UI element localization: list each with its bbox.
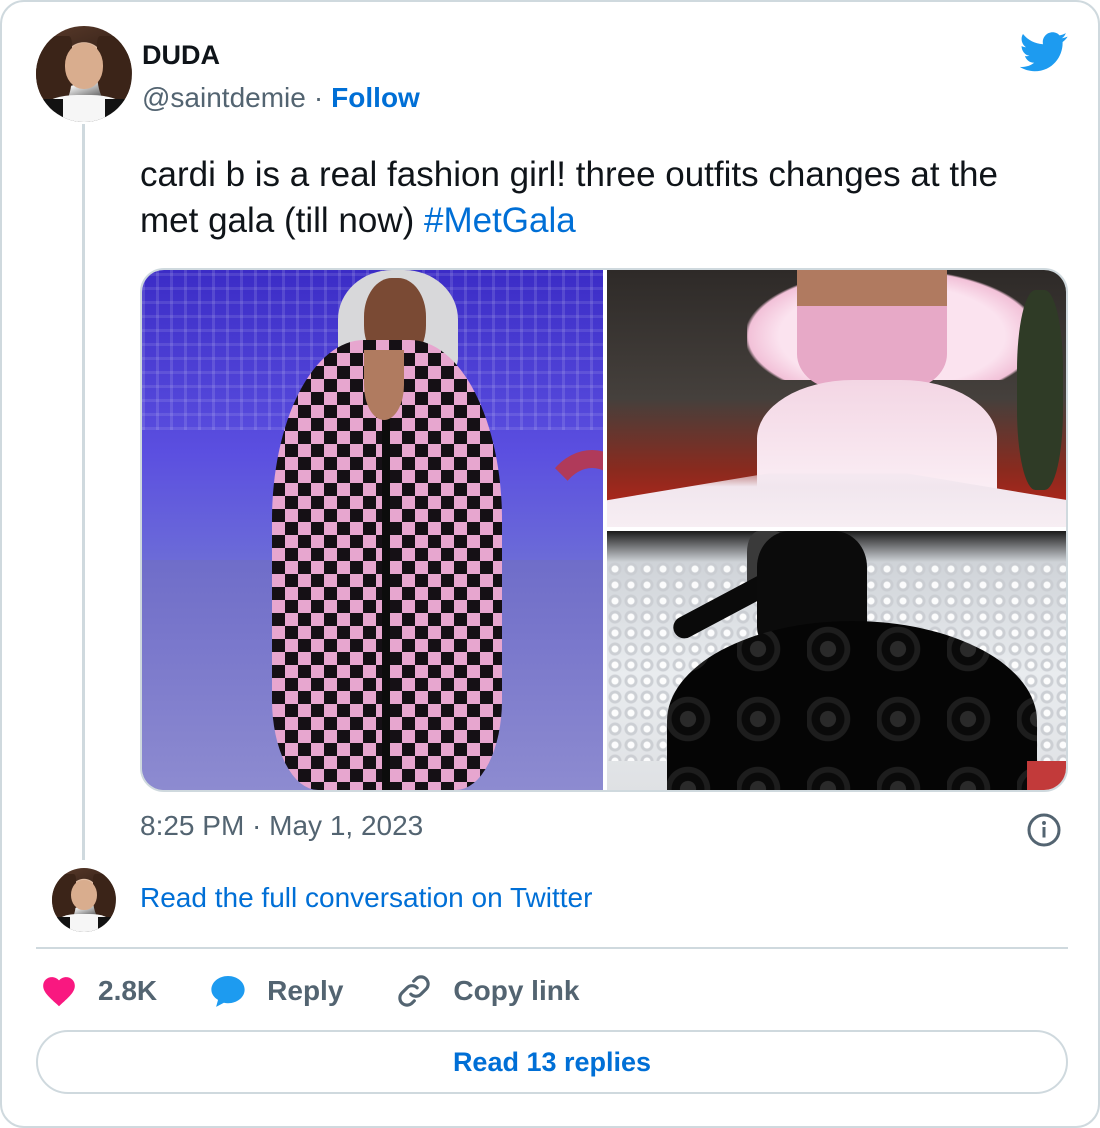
copy-link-button[interactable]: Copy link [395,972,579,1010]
copy-link-label: Copy link [453,975,580,1006]
read-replies-button[interactable]: Read 13 replies [36,1030,1068,1094]
like-count: 2.8K [98,975,158,1006]
photo-black-rose-gown[interactable] [607,531,1066,790]
reply-label: Reply [267,975,344,1006]
author-display-name[interactable]: DUDA [142,40,220,71]
hashtag-link[interactable]: #MetGala [424,201,576,240]
author-handle[interactable]: @saintdemie [142,82,306,113]
photo-houndstooth-outfit[interactable] [142,270,603,790]
link-icon [398,975,431,1007]
separator-dot: · [313,82,324,113]
heart-icon [43,977,75,1007]
divider [36,947,1068,949]
reply-button[interactable]: Reply [209,972,343,1010]
tweet-timestamp[interactable]: 8:25 PM · May 1, 2023 [140,810,423,842]
photo-pink-gown[interactable] [607,270,1066,527]
media-grid [140,268,1068,792]
follow-link[interactable]: Follow [331,82,420,113]
author-handle-row: @saintdemie · Follow [142,82,420,114]
twitter-bird-icon[interactable] [1020,32,1068,72]
tweet-text: cardi b is a real fashion girl! three ou… [140,152,1060,244]
action-bar: 2.8K Reply Copy link [40,968,631,1014]
speech-bubble-icon [211,975,245,1007]
conversation-avatar[interactable] [52,868,116,932]
author-avatar[interactable] [36,26,132,122]
thread-line [82,124,85,860]
tweet-card: DUDA @saintdemie · Follow cardi b is a rea… [0,0,1100,1128]
like-button[interactable]: 2.8K [40,972,157,1010]
info-icon[interactable] [1026,812,1062,848]
read-conversation-link[interactable]: Read the full conversation on Twitter [140,882,592,914]
